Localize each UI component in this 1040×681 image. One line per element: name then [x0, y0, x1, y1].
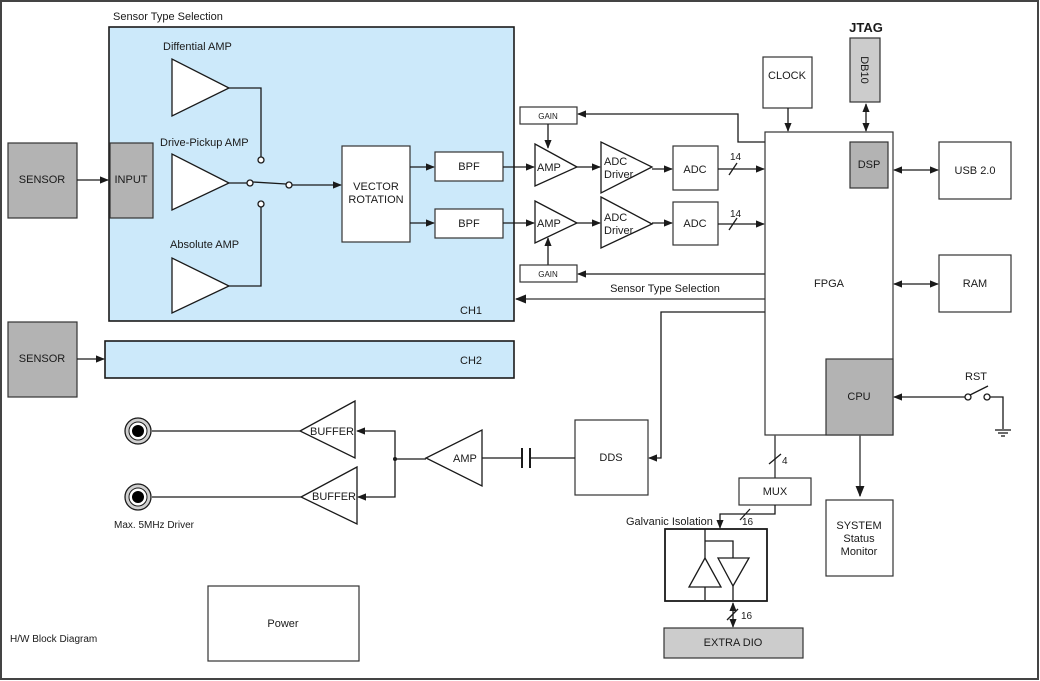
dsp-label: DSP: [858, 159, 881, 171]
system-monitor-label-3: Monitor: [841, 546, 878, 558]
bus-width-1: 14: [730, 152, 742, 163]
amp-2-label: AMP: [537, 218, 561, 230]
sensor-type-selection-line-label: Sensor Type Selection: [610, 283, 720, 295]
driver-label: Max. 5MHz Driver: [114, 520, 195, 531]
bpf-2-label: BPF: [458, 218, 480, 230]
rst-switch-contact-2: [983, 393, 991, 401]
extra-dio-label: EXTRA DIO: [704, 637, 763, 649]
adc-driver-1-label-1: ADC: [604, 156, 627, 168]
jtag-title: JTAG: [849, 20, 883, 35]
system-monitor-label-1: SYSTEM: [836, 520, 881, 532]
output-amp-label: AMP: [453, 453, 477, 465]
mux-label: MUX: [763, 486, 788, 498]
sensor-1-label: SENSOR: [19, 174, 66, 186]
input-label: INPUT: [115, 174, 148, 186]
hw-block-diagram: Sensor Type Selection CH1 SENSOR INPUT D…: [0, 0, 1039, 680]
amp-1-label: AMP: [537, 162, 561, 174]
sensor-type-selection-title: Sensor Type Selection: [113, 11, 223, 23]
adc-2-label: ADC: [683, 218, 706, 230]
cpu-label: CPU: [847, 391, 870, 403]
gain-2-label: GAIN: [538, 270, 558, 279]
sensor-2-label: SENSOR: [19, 353, 66, 365]
adc-driver-2-label-1: ADC: [604, 212, 627, 224]
mux-in-bus-width: 4: [782, 456, 788, 467]
fpga-label: FPGA: [814, 278, 845, 290]
drive-pickup-amp-label: Drive-Pickup AMP: [160, 137, 249, 149]
ch1-label: CH1: [460, 305, 482, 317]
usb-label: USB 2.0: [955, 165, 996, 177]
switch-contact-bottom: [257, 200, 265, 208]
buffer-1-label: BUFFER: [310, 426, 354, 438]
absolute-amp-label: Absolute AMP: [170, 239, 239, 251]
ch2-block: [104, 340, 515, 379]
adc-driver-2-label-2: Driver: [604, 225, 634, 237]
adc-1-label: ADC: [683, 164, 706, 176]
ram-label: RAM: [963, 278, 987, 290]
dds-label: DDS: [599, 452, 622, 464]
galvanic-isolation-label: Galvanic Isolation: [626, 516, 713, 528]
switch-contact-top: [257, 156, 265, 164]
system-monitor-label-2: Status: [843, 533, 875, 545]
bus-width-2: 14: [730, 209, 742, 220]
power-label: Power: [267, 618, 299, 630]
clock-label: CLOCK: [768, 70, 807, 82]
clock-block: [762, 56, 813, 109]
differential-amp-label: Diffential AMP: [163, 41, 232, 53]
galvanic-isolation-block: [664, 528, 768, 602]
db10-label: DB10: [858, 56, 870, 84]
rst-label: RST: [965, 371, 987, 383]
vector-rotation-label-1: VECTOR: [353, 181, 399, 193]
adc-driver-1-label-2: Driver: [604, 169, 634, 181]
bnc-connector-2-icon: [124, 483, 152, 511]
vector-rotation-label-2: ROTATION: [348, 194, 403, 206]
bpf-1-label: BPF: [458, 161, 480, 173]
diagram-title: H/W Block Diagram: [10, 634, 97, 645]
bnc-connector-1-icon: [124, 417, 152, 445]
ch2-label: CH2: [460, 355, 482, 367]
dio-bus-width: 16: [741, 611, 753, 622]
buffer-2-label: BUFFER: [312, 491, 356, 503]
mux-out-bus-width: 16: [742, 517, 754, 528]
switch-pivot: [246, 179, 254, 187]
gain-1-label: GAIN: [538, 112, 558, 121]
switch-contact-out: [285, 181, 293, 189]
